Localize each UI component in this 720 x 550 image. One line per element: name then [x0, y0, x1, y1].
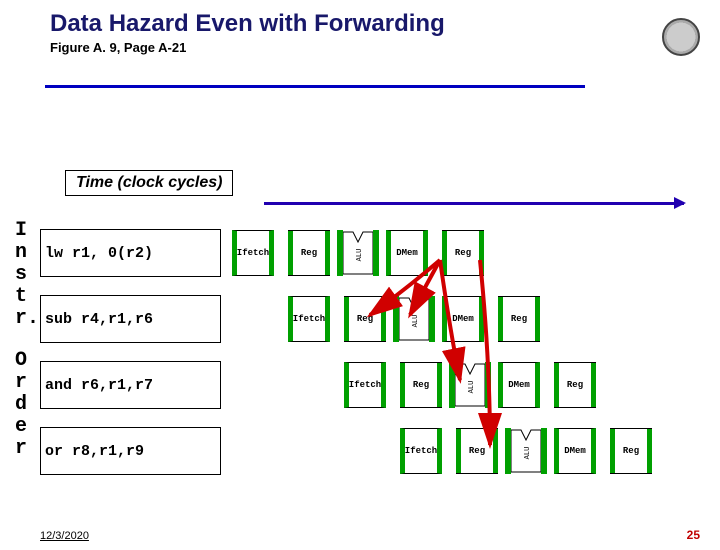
stage-dmem: DMem [386, 230, 428, 276]
stage-dmem: DMem [498, 362, 540, 408]
figure-reference: Figure A. 9, Page A-21 [50, 40, 720, 55]
stage-reg-wb: Reg [442, 230, 484, 276]
stage-alu: ALU [505, 428, 547, 474]
stage-dmem: DMem [554, 428, 596, 474]
stage-reg-wb: Reg [498, 296, 540, 342]
pipeline-row: and r6,r1,r7 Ifetch Reg ALU DMem Reg [40, 352, 700, 418]
time-axis-label: Time (clock cycles) [65, 170, 233, 196]
pipeline-row: sub r4,r1,r6 Ifetch Reg ALU DMem Reg [40, 286, 700, 352]
instruction-code: and r6,r1,r7 [40, 361, 221, 409]
pipeline-row: or r8,r1,r9 Ifetch Reg ALU DMem Reg [40, 418, 700, 484]
side-label-order: O r d e r [15, 350, 27, 460]
side-label-instr: I n s t r. [15, 220, 39, 330]
svg-text:ALU: ALU [356, 249, 364, 262]
page-title: Data Hazard Even with Forwarding [50, 10, 720, 38]
svg-text:ALU: ALU [468, 381, 476, 394]
pipeline-row: lw r1, 0(r2) Ifetch Reg ALU DMem Reg [40, 220, 700, 286]
time-axis-arrow [264, 202, 684, 205]
stage-reg: Reg [344, 296, 386, 342]
instruction-code: lw r1, 0(r2) [40, 229, 221, 277]
stage-reg-wb: Reg [554, 362, 596, 408]
stage-alu: ALU [393, 296, 435, 342]
stage-ifetch: Ifetch [232, 230, 274, 276]
stage-reg: Reg [288, 230, 330, 276]
stage-reg-wb: Reg [610, 428, 652, 474]
svg-text:ALU: ALU [412, 315, 420, 328]
stage-ifetch: Ifetch [344, 362, 386, 408]
footer-date: 12/3/2020 [40, 530, 89, 542]
svg-text:ALU: ALU [524, 447, 532, 460]
stage-dmem: DMem [442, 296, 484, 342]
pipeline-diagram: lw r1, 0(r2) Ifetch Reg ALU DMem Reg sub… [40, 220, 700, 484]
stage-ifetch: Ifetch [288, 296, 330, 342]
stage-reg: Reg [400, 362, 442, 408]
instruction-code: or r8,r1,r9 [40, 427, 221, 475]
stage-alu: ALU [337, 230, 379, 276]
title-rule [45, 85, 585, 88]
stage-reg: Reg [456, 428, 498, 474]
stage-ifetch: Ifetch [400, 428, 442, 474]
instruction-code: sub r4,r1,r6 [40, 295, 221, 343]
seal-icon [662, 18, 700, 56]
stage-alu: ALU [449, 362, 491, 408]
